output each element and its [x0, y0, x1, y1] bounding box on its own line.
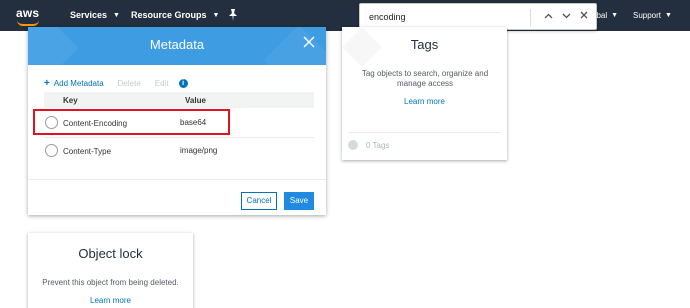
column-header-value: Value [185, 96, 206, 105]
find-input[interactable]: encoding [369, 12, 406, 22]
close-svg [580, 11, 588, 19]
tags-description: Tag objects to search, organize and mana… [361, 69, 489, 88]
pin-icon-svg [229, 9, 237, 21]
pin-icon[interactable] [228, 9, 240, 21]
support-menu[interactable]: Support ▼ [633, 11, 672, 20]
aws-logo[interactable]: aws [14, 6, 44, 26]
resource-groups-menu[interactable]: Resource Groups ▼ [131, 10, 219, 20]
status-dot-icon [348, 140, 358, 150]
chevron-down-svg [562, 13, 570, 19]
tags-count-label: 0 Tags [366, 140, 390, 150]
aws-smile-icon [17, 20, 39, 26]
aws-logo-text: aws [16, 6, 40, 20]
tags-title: Tags [410, 37, 439, 52]
close-icon[interactable] [301, 36, 317, 52]
add-metadata-label: Add Metadata [53, 79, 104, 88]
support-label: Support [633, 11, 662, 20]
chevron-up-icon[interactable] [541, 10, 555, 24]
footer-divider [28, 179, 326, 180]
table-header: Key Value [44, 92, 314, 108]
modal-title: Metadata [149, 37, 205, 52]
modal-header: Metadata [28, 27, 326, 65]
chevron-up-svg [544, 13, 552, 19]
column-header-key: Key [63, 96, 78, 105]
delete-button[interactable]: Delete [118, 79, 141, 88]
highlight-box [33, 109, 230, 135]
tags-divider [348, 132, 501, 133]
find-bar: encoding [359, 3, 597, 30]
object-lock-learn-more-link[interactable]: Learn more [28, 296, 193, 305]
edit-button[interactable]: Edit [155, 79, 169, 88]
chevron-down-icon: ▼ [665, 12, 672, 19]
object-lock-card: Object lock Prevent this object from bei… [28, 233, 193, 308]
services-menu[interactable]: Services ▼ [70, 10, 120, 20]
plus-icon: + [44, 78, 50, 89]
cancel-button[interactable]: Cancel [241, 192, 277, 210]
tags-learn-more-link[interactable]: Learn more [342, 97, 507, 106]
table-row[interactable]: Content-Type image/png [44, 137, 314, 163]
metadata-toolbar: + Add Metadata Delete Edit i [44, 78, 188, 89]
row-radio[interactable] [45, 144, 58, 157]
tags-count: 0 Tags [348, 140, 389, 150]
object-lock-description: Prevent this object from being deleted. [42, 278, 179, 287]
info-icon[interactable]: i [178, 79, 188, 88]
row-key: Content-Type [63, 147, 112, 156]
close-svg [303, 36, 315, 48]
object-lock-title: Object lock [78, 246, 143, 261]
tags-card: Tags Tag objects to search, organize and… [342, 27, 507, 160]
services-label: Services [70, 10, 108, 20]
find-divider [530, 9, 531, 26]
save-button[interactable]: Save [284, 192, 314, 210]
chevron-down-icon: ▼ [611, 12, 619, 19]
resource-groups-label: Resource Groups [131, 10, 207, 20]
close-icon[interactable] [577, 10, 591, 24]
row-value: image/png [180, 146, 218, 155]
chevron-down-icon: ▼ [113, 11, 120, 19]
chevron-down-icon[interactable] [559, 10, 573, 24]
chevron-down-icon: ▼ [212, 11, 220, 19]
add-metadata-button[interactable]: + Add Metadata [44, 78, 104, 89]
